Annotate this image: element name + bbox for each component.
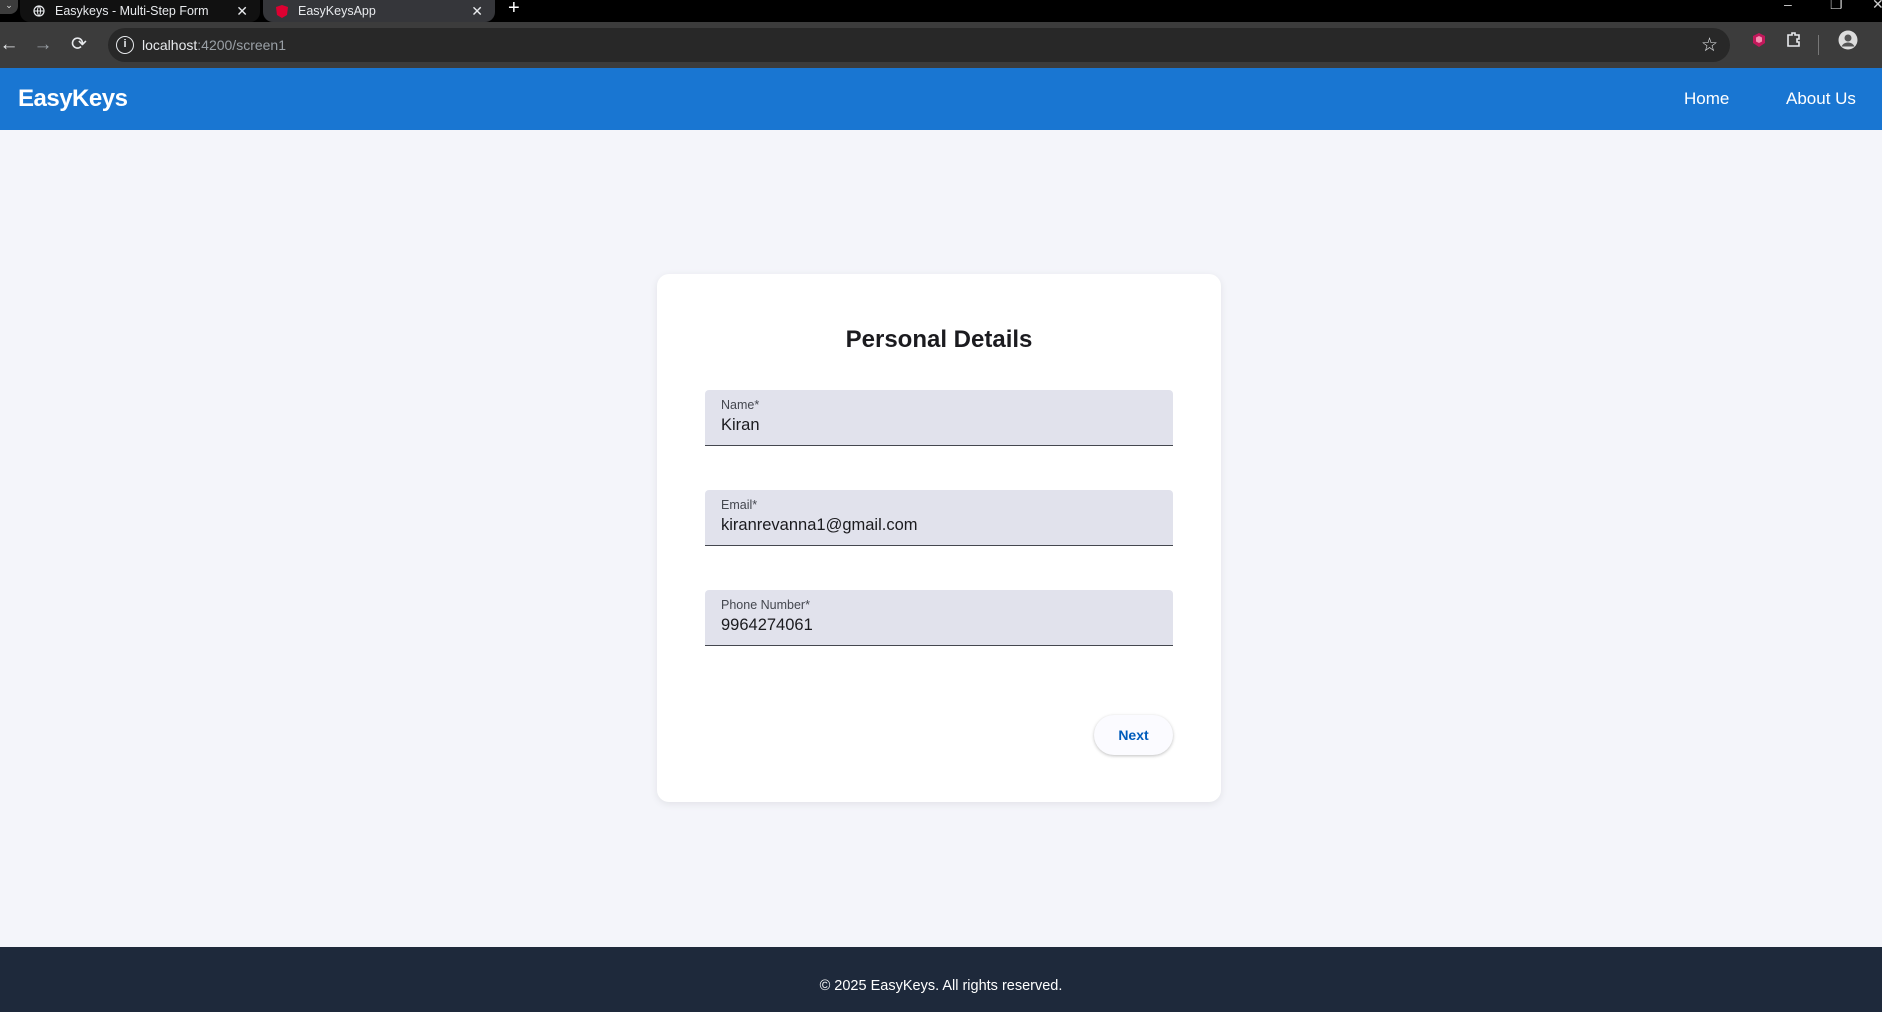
- phone-input[interactable]: [721, 616, 1151, 635]
- extension-icon[interactable]: [1750, 31, 1768, 54]
- browser-toolbar: ← → ⟳ i localhost:4200/screen1 ☆: [0, 22, 1882, 68]
- field-label: Email*: [721, 498, 758, 512]
- info-icon[interactable]: i: [116, 36, 134, 54]
- puzzle-icon[interactable]: [1785, 30, 1803, 53]
- personal-details-card: Personal Details Name* Email* Phone Numb…: [657, 274, 1221, 802]
- nav-about-us[interactable]: About Us: [1786, 89, 1856, 109]
- email-input[interactable]: [721, 516, 1151, 535]
- field-label: Phone Number*: [721, 598, 810, 612]
- browser-tab-active[interactable]: EasyKeysApp ✕: [263, 0, 495, 22]
- nav-home[interactable]: Home: [1684, 89, 1729, 109]
- browser-tab-strip: ⌄ Easykeys - Multi-Step Form ✕ EasyKeysA…: [0, 0, 1882, 22]
- toolbar-divider: [1818, 35, 1819, 55]
- arrow-right-icon[interactable]: →: [30, 32, 56, 58]
- tab-title: Easykeys - Multi-Step Form: [55, 4, 209, 18]
- brand-logo[interactable]: EasyKeys: [18, 85, 128, 113]
- app-header: EasyKeys Home About Us: [0, 68, 1882, 130]
- star-icon[interactable]: ☆: [1701, 34, 1718, 57]
- name-field[interactable]: Name*: [705, 390, 1173, 446]
- restore-icon[interactable]: ❐: [1830, 0, 1843, 13]
- footer: © 2025 EasyKeys. All rights reserved.: [0, 947, 1882, 1012]
- browser-tab[interactable]: Easykeys - Multi-Step Form ✕: [20, 0, 260, 22]
- minimize-icon[interactable]: –: [1784, 0, 1792, 12]
- angular-icon: [275, 4, 288, 18]
- name-input[interactable]: [721, 416, 1151, 435]
- next-button[interactable]: Next: [1094, 715, 1173, 755]
- tab-search-chevron-icon[interactable]: ⌄: [0, 0, 18, 14]
- phone-field[interactable]: Phone Number*: [705, 590, 1173, 646]
- new-tab-plus-icon[interactable]: +: [508, 0, 520, 20]
- avatar-icon[interactable]: [1838, 30, 1858, 55]
- email-field[interactable]: Email*: [705, 490, 1173, 546]
- close-window-icon[interactable]: ✕: [1872, 0, 1882, 13]
- tab-title: EasyKeysApp: [298, 4, 376, 18]
- address-url[interactable]: localhost:4200/screen1: [142, 37, 286, 53]
- reload-icon[interactable]: ⟳: [66, 32, 92, 58]
- copyright-text: © 2025 EasyKeys. All rights reserved.: [819, 978, 1063, 994]
- address-bar[interactable]: i localhost:4200/screen1 ☆: [108, 28, 1730, 62]
- page-title: Personal Details: [845, 326, 1033, 353]
- close-icon[interactable]: ✕: [236, 3, 248, 20]
- globe-icon: [32, 5, 45, 18]
- arrow-left-icon[interactable]: ←: [0, 32, 22, 58]
- field-label: Name*: [721, 398, 760, 412]
- close-icon[interactable]: ✕: [471, 3, 483, 20]
